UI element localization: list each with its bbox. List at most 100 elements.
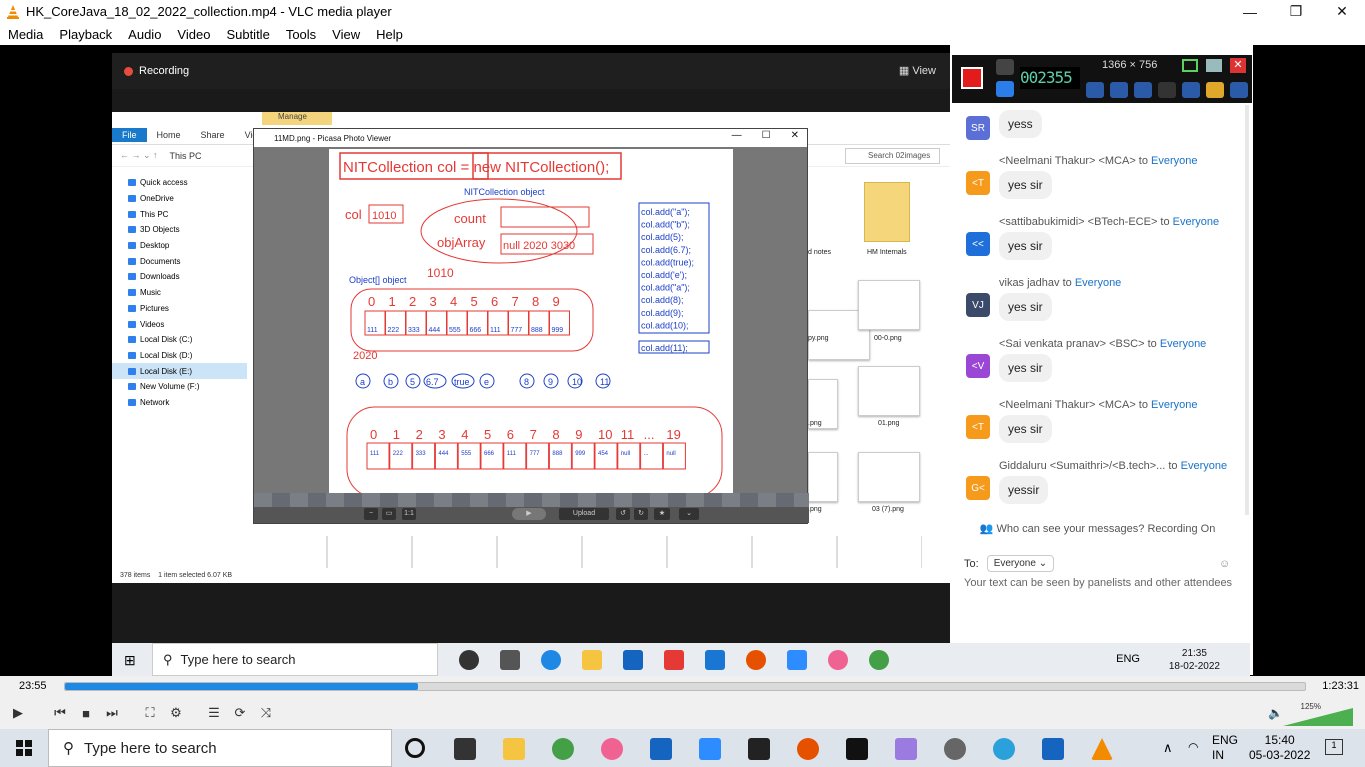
zoom-icon[interactable] bbox=[699, 738, 721, 760]
nav-desktop[interactable]: Desktop bbox=[112, 238, 247, 254]
picasa-minimize-button[interactable]: — bbox=[732, 130, 742, 141]
chrome-icon[interactable] bbox=[552, 738, 574, 760]
actual-size-button[interactable]: 1:1 bbox=[402, 508, 416, 520]
chat-scrollbar[interactable] bbox=[1245, 105, 1249, 515]
file-thumbnail[interactable] bbox=[858, 366, 920, 416]
upload-button[interactable]: Upload bbox=[559, 508, 609, 520]
nav-this-pc[interactable]: This PC bbox=[112, 206, 247, 222]
extended-settings-button[interactable]: ⚙ bbox=[164, 701, 188, 725]
region-icon[interactable] bbox=[1182, 59, 1198, 72]
stop-record-button[interactable] bbox=[961, 67, 983, 89]
tab-file[interactable]: File bbox=[112, 128, 147, 142]
windows-start-icon[interactable] bbox=[16, 740, 32, 756]
pen-icon[interactable] bbox=[1182, 82, 1200, 98]
star-button[interactable]: ★ bbox=[654, 508, 670, 520]
nav-3d-objects[interactable]: 3D Objects bbox=[112, 222, 247, 238]
rotate-right-button[interactable]: ↻ bbox=[634, 508, 648, 520]
task-view-icon[interactable] bbox=[454, 738, 476, 760]
file-explorer-icon[interactable] bbox=[503, 738, 525, 760]
webcam-icon[interactable] bbox=[1134, 82, 1152, 98]
stop-button[interactable]: ■ bbox=[74, 701, 98, 725]
fullscreen-button[interactable]: ⛶ bbox=[138, 701, 162, 725]
menu-video[interactable]: Video bbox=[169, 27, 218, 42]
chat-input[interactable]: Your text can be seen by panelists and o… bbox=[964, 577, 1232, 589]
nav-pictures[interactable]: Pictures bbox=[112, 301, 247, 317]
tab-share[interactable]: Share bbox=[191, 128, 235, 142]
taskbar-clock[interactable]: 15:40 05-03-2022 bbox=[1249, 733, 1310, 763]
zoom-out-button[interactable]: − bbox=[364, 508, 378, 520]
recipient-dropdown[interactable]: Everyone ⌄ bbox=[986, 555, 1055, 572]
wifi-icon[interactable]: ◠ bbox=[1188, 740, 1198, 754]
file-thumbnail[interactable] bbox=[858, 280, 920, 330]
explorer-search-input[interactable]: Search 02images bbox=[845, 148, 940, 164]
nav-documents[interactable]: Documents bbox=[112, 253, 247, 269]
nav-arrows-icon[interactable]: ← → ⌄ ↑ bbox=[112, 150, 158, 161]
menu-view[interactable]: View bbox=[324, 27, 368, 42]
photos-icon[interactable] bbox=[1042, 738, 1064, 760]
language-indicator[interactable]: ENG IN bbox=[1212, 733, 1238, 763]
file-thumbnail[interactable] bbox=[858, 452, 920, 502]
nav-disk-d[interactable]: Local Disk (D:) bbox=[112, 348, 247, 364]
close-button[interactable]: ✕ bbox=[1319, 0, 1365, 23]
previous-button[interactable]: ⏮ bbox=[48, 701, 72, 725]
pause-icon[interactable] bbox=[996, 81, 1014, 97]
volume-speaker-icon[interactable]: 🔈 bbox=[1268, 706, 1283, 720]
nav-disk-c[interactable]: Local Disk (C:) bbox=[112, 332, 247, 348]
picasa-close-button[interactable]: ✕ bbox=[791, 130, 799, 141]
vlc-icon[interactable] bbox=[1091, 738, 1113, 760]
microphone-icon[interactable] bbox=[1110, 82, 1128, 98]
cursor-icon[interactable] bbox=[1158, 82, 1176, 98]
menu-tools[interactable]: Tools bbox=[278, 27, 324, 42]
play-slideshow-button[interactable]: ▶ bbox=[512, 508, 546, 520]
emoji-icon[interactable]: ☺ bbox=[1219, 558, 1230, 570]
menu-playback[interactable]: Playback bbox=[51, 27, 120, 42]
nav-downloads[interactable]: Downloads bbox=[112, 269, 247, 285]
playlist-button[interactable]: ☰ bbox=[202, 701, 226, 725]
next-button[interactable]: ⏭ bbox=[100, 701, 124, 725]
notification-icon[interactable]: 1 bbox=[1325, 739, 1343, 755]
telegram-icon[interactable] bbox=[993, 738, 1015, 760]
file-thumbnail[interactable] bbox=[808, 452, 838, 502]
rotate-left-button[interactable]: ↺ bbox=[616, 508, 630, 520]
nav-network[interactable]: Network bbox=[112, 395, 247, 411]
more-button[interactable]: ⌄ bbox=[679, 508, 699, 520]
fit-button[interactable]: ▭ bbox=[382, 508, 396, 520]
nav-videos[interactable]: Videos bbox=[112, 316, 247, 332]
maximize-button[interactable]: ❐ bbox=[1273, 0, 1319, 23]
menu-audio[interactable]: Audio bbox=[120, 27, 169, 42]
terminal-icon[interactable] bbox=[846, 738, 868, 760]
menu-subtitle[interactable]: Subtitle bbox=[218, 27, 277, 42]
menu-help[interactable]: Help bbox=[368, 27, 411, 42]
folder-icon[interactable] bbox=[864, 182, 910, 242]
play-button[interactable]: ▶ bbox=[6, 701, 30, 725]
minimize-recorder-icon[interactable] bbox=[1206, 59, 1222, 72]
nav-disk-e[interactable]: Local Disk (E:) bbox=[112, 363, 247, 379]
taskbar-search-box[interactable]: ⚲ Type here to search bbox=[48, 729, 392, 767]
minimize-button[interactable]: — bbox=[1227, 0, 1273, 23]
chat-visibility-note[interactable]: 👥 Who can see your messages? Recording O… bbox=[950, 522, 1245, 535]
java-app-icon[interactable] bbox=[944, 738, 966, 760]
menu-media[interactable]: Media bbox=[0, 27, 51, 42]
settings-gear-icon[interactable] bbox=[1230, 82, 1248, 98]
filmstrip[interactable] bbox=[254, 493, 809, 507]
tab-home[interactable]: Home bbox=[147, 128, 191, 142]
nav-onedrive[interactable]: OneDrive bbox=[112, 191, 247, 207]
speaker-icon[interactable] bbox=[1086, 82, 1104, 98]
nav-volume-f[interactable]: New Volume (F:) bbox=[112, 379, 247, 395]
snipping-tool-icon[interactable] bbox=[601, 738, 623, 760]
store-icon[interactable] bbox=[650, 738, 672, 760]
picasa-maximize-button[interactable]: ☐ bbox=[762, 130, 771, 141]
breadcrumb[interactable]: This PC bbox=[158, 151, 202, 161]
manage-tab[interactable]: Manage bbox=[262, 112, 332, 125]
loop-button[interactable]: ⟳ bbox=[228, 701, 252, 725]
folder-icon[interactable] bbox=[1206, 82, 1224, 98]
sticky-notes-icon[interactable] bbox=[748, 738, 770, 760]
zoom-view-button[interactable]: ▦ View bbox=[899, 64, 936, 77]
nav-music[interactable]: Music bbox=[112, 285, 247, 301]
camera-icon[interactable] bbox=[996, 59, 1014, 75]
volume-slider[interactable]: 125% bbox=[1283, 702, 1359, 726]
cortana-icon[interactable] bbox=[405, 738, 425, 758]
close-recorder-icon[interactable]: ✕ bbox=[1230, 58, 1246, 73]
recorder-icon[interactable] bbox=[797, 738, 819, 760]
nav-quick-access[interactable]: Quick access bbox=[112, 175, 247, 191]
